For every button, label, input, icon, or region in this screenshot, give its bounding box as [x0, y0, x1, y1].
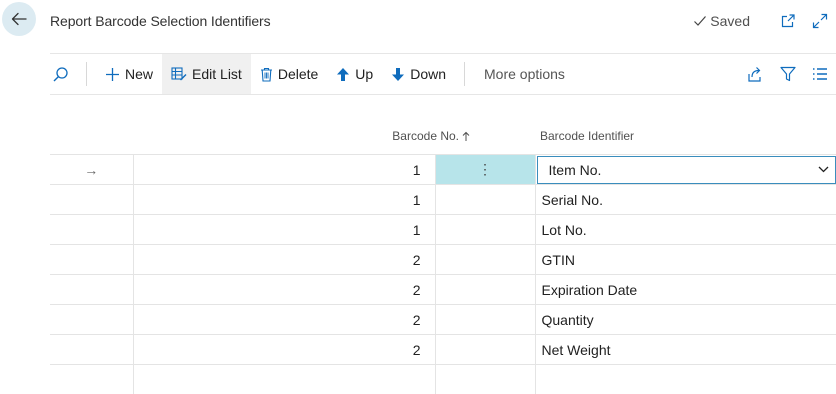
open-in-new-icon — [781, 14, 795, 28]
row-menu-cell — [434, 364, 536, 394]
up-label: Up — [355, 66, 374, 82]
move-up-button[interactable]: Up — [327, 54, 382, 94]
barcode-identifier-cell[interactable] — [534, 364, 836, 394]
barcode-no-cell[interactable]: 2 — [132, 334, 436, 365]
arrow-up-icon — [337, 67, 350, 81]
back-arrow-icon — [11, 12, 27, 26]
action-bar-right — [747, 54, 828, 94]
table-row[interactable]: 2 GTIN — [50, 244, 836, 275]
row-indicator-cell — [50, 244, 134, 275]
row-indicator-cell — [50, 214, 134, 245]
barcode-no-cell[interactable]: 2 — [132, 274, 436, 305]
barcode-identifier-cell[interactable]: Expiration Date — [534, 274, 836, 305]
barcode-identifier-selected-value: Item No. — [548, 161, 602, 178]
share-icon — [748, 66, 761, 82]
column-header-barcode-no-label: Barcode No. — [392, 129, 459, 143]
list-view-button[interactable] — [812, 67, 828, 81]
row-indicator-cell — [50, 364, 134, 394]
search-icon — [53, 66, 68, 81]
action-bar: New Edit List Delete Up Down More option… — [50, 53, 836, 95]
table-row[interactable]: → 1 ⋮ Item No. — [50, 154, 836, 185]
separator — [464, 62, 465, 86]
grid-header: Barcode No. Barcode Identifier — [50, 122, 836, 154]
move-down-button[interactable]: Down — [382, 54, 455, 94]
barcode-no-cell[interactable] — [132, 364, 436, 394]
barcode-identifier-cell[interactable]: Item No. — [534, 154, 836, 185]
barcode-identifier-cell[interactable]: Serial No. — [534, 184, 836, 215]
barcode-no-cell[interactable]: 2 — [132, 304, 436, 335]
barcode-no-cell[interactable]: 1 — [132, 214, 436, 245]
barcode-no-cell[interactable]: 1 — [132, 184, 436, 215]
barcode-no-cell[interactable]: 1 — [132, 154, 436, 185]
row-menu-button[interactable]: ⋮ — [434, 154, 536, 185]
down-label: Down — [410, 66, 446, 82]
checkmark-icon — [694, 16, 707, 26]
table-row[interactable]: 2 Net Weight — [50, 334, 836, 365]
column-header-barcode-no[interactable]: Barcode No. — [392, 129, 470, 143]
row-menu-cell — [434, 274, 536, 305]
barcode-identifier-cell[interactable]: Net Weight — [534, 334, 836, 365]
saved-label: Saved — [710, 13, 750, 29]
grid-table: → 1 ⋮ Item No. 1 Serial No. 1 Lot No. 2 … — [50, 154, 836, 394]
edit-list-button[interactable]: Edit List — [162, 54, 251, 94]
chevron-down-icon — [818, 166, 829, 173]
header-right: Saved — [693, 11, 830, 31]
row-indicator-cell — [50, 184, 134, 215]
page-title: Report Barcode Selection Identifiers — [50, 13, 271, 29]
more-options-button[interactable]: More options — [474, 54, 574, 94]
delete-label: Delete — [277, 66, 319, 82]
column-header-barcode-identifier[interactable]: Barcode Identifier — [540, 129, 634, 143]
filter-icon — [780, 66, 796, 82]
table-row-empty[interactable] — [50, 364, 836, 394]
list-view-icon — [813, 68, 827, 80]
back-button[interactable] — [2, 2, 36, 36]
filter-button[interactable] — [780, 66, 796, 82]
new-button[interactable]: New — [96, 54, 162, 94]
delete-icon — [260, 67, 272, 82]
table-row[interactable]: 1 Lot No. — [50, 214, 836, 245]
table-row[interactable]: 2 Expiration Date — [50, 274, 836, 305]
row-menu-cell — [434, 334, 536, 365]
barcode-identifier-select[interactable]: Item No. — [536, 155, 836, 184]
barcode-no-cell[interactable]: 2 — [132, 244, 436, 275]
row-selected-indicator: → — [50, 154, 134, 185]
row-menu-cell — [434, 214, 536, 245]
row-indicator-cell — [50, 334, 134, 365]
delete-button[interactable]: Delete — [251, 54, 327, 94]
arrow-down-icon — [392, 67, 405, 81]
saved-status: Saved — [693, 13, 750, 29]
row-menu-cell — [434, 244, 536, 275]
edit-list-icon — [171, 67, 187, 81]
expand-icon — [812, 13, 828, 29]
expand-button[interactable] — [810, 11, 830, 31]
open-new-window-button[interactable] — [778, 11, 798, 31]
share-button[interactable] — [747, 66, 764, 83]
barcode-identifier-cell[interactable]: Quantity — [534, 304, 836, 335]
barcode-identifier-cell[interactable]: Lot No. — [534, 214, 836, 245]
row-menu-cell — [434, 304, 536, 335]
search-button[interactable] — [50, 54, 77, 94]
table-row[interactable]: 1 Serial No. — [50, 184, 836, 215]
table-row[interactable]: 2 Quantity — [50, 304, 836, 335]
plus-icon — [106, 67, 119, 81]
edit-list-label: Edit List — [192, 66, 242, 82]
row-menu-cell — [434, 184, 536, 215]
barcode-identifier-cell[interactable]: GTIN — [534, 244, 836, 275]
separator — [86, 62, 87, 86]
sort-ascending-icon — [462, 131, 470, 141]
row-indicator-cell — [50, 304, 134, 335]
barcode-identifiers-grid: Barcode No. Barcode Identifier → 1 ⋮ Ite… — [50, 122, 836, 394]
new-label: New — [125, 66, 154, 82]
row-indicator-cell — [50, 274, 134, 305]
